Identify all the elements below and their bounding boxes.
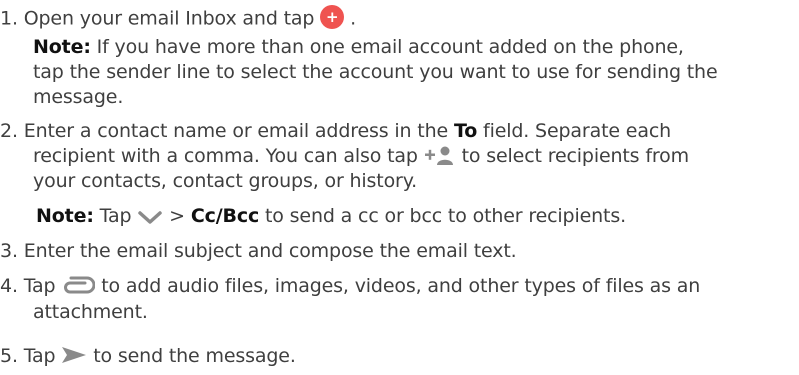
step-4-line-2: attachment. — [33, 301, 148, 323]
cc-bcc-label: Cc/Bcc — [190, 205, 260, 227]
step-2-line-2: recipient with a comma. You can also tap… — [33, 145, 689, 167]
note-text: Tap — [99, 205, 132, 227]
step-number: 3. — [0, 240, 18, 262]
send-icon — [61, 346, 87, 364]
step-number: 4. — [0, 275, 18, 297]
note-text: to send a cc or bcc to other recipients. — [265, 205, 626, 227]
step-1-line-1: 1. Open your email Inbox and tap + . — [0, 5, 356, 31]
chevron-down-icon — [137, 208, 163, 224]
step-1-note-line-2: tap the sender line to select the accoun… — [33, 61, 718, 83]
step-text: attachment. — [33, 301, 148, 323]
step-3-line: 3. Enter the email subject and compose t… — [0, 240, 517, 262]
step-text: Tap — [23, 345, 56, 367]
note-text: tap the sender line to select the accoun… — [33, 61, 718, 83]
step-2-line-1: 2. Enter a contact name or email address… — [0, 120, 671, 142]
note-text: message. — [33, 86, 124, 108]
compose-plus-icon: + — [320, 5, 345, 29]
step-5-line: 5. Tap to send the message. — [0, 345, 296, 367]
to-field-label: To — [453, 120, 478, 142]
step-text: Enter the email subject and compose the … — [23, 240, 517, 262]
step-text: to select recipients from — [461, 145, 689, 167]
attachment-icon — [61, 275, 96, 295]
step-text: to add audio files, images, videos, and … — [101, 275, 701, 297]
step-1-note-line-1: Note: If you have more than one email ac… — [33, 36, 684, 58]
step-text: Open your email Inbox and tap — [23, 7, 315, 30]
step-text: your contacts, contact groups, or histor… — [33, 170, 417, 192]
step-text: . — [350, 7, 356, 30]
step-2-line-3: your contacts, contact groups, or histor… — [33, 170, 417, 192]
step-text: field. Separate each — [483, 120, 672, 142]
add-contact-icon — [424, 145, 456, 165]
step-number: 2. — [0, 120, 18, 142]
note-text: If you have more than one email account … — [96, 36, 684, 58]
note-label: Note: — [36, 205, 94, 227]
step-4-line-1: 4. Tap to add audio files, images, video… — [0, 275, 700, 297]
step-1-note-line-3: message. — [33, 86, 123, 108]
step-number: 5. — [0, 345, 18, 367]
note-text: > — [169, 205, 185, 227]
step-text: to send the message. — [93, 345, 296, 367]
note-label: Note: — [33, 36, 91, 58]
step-number: 1. — [0, 7, 18, 30]
step-text: Enter a contact name or email address in… — [23, 120, 449, 142]
step-text: Tap — [23, 275, 56, 297]
step-text: recipient with a comma. You can also tap — [33, 145, 418, 167]
step-2-note: Note: Tap > Cc/Bcc to send a cc or bcc t… — [36, 205, 626, 227]
